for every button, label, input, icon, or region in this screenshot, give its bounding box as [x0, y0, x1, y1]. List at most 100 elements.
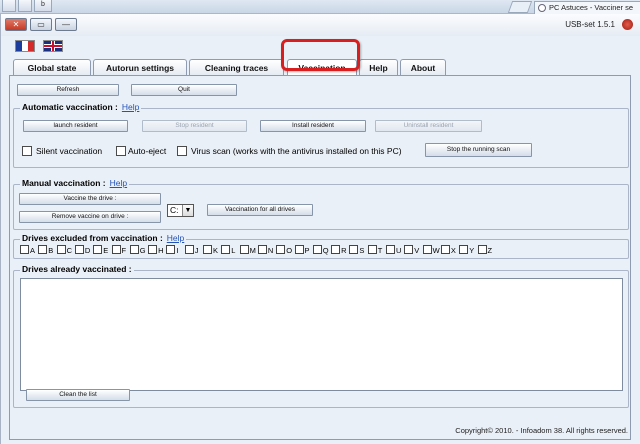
manual-vaccination-group: Manual vaccination : Help Vaccine the dri… — [13, 178, 629, 230]
manual-vaccination-title: Manual vaccination : Help — [20, 178, 130, 188]
tab-autorun-settings[interactable]: Autorun settings — [93, 59, 187, 76]
stop-scan-button[interactable]: Stop the running scan — [425, 143, 532, 157]
browser-tab-title: PC Astuces - Vacciner se — [549, 3, 634, 12]
browser-bookmark-button[interactable]: b — [34, 0, 52, 12]
uninstall-resident-button: Uninstall resident — [375, 120, 482, 132]
drive-label-r: R — [341, 246, 347, 255]
drive-checkbox-s[interactable] — [349, 245, 359, 254]
drive-label-j: J — [194, 246, 199, 255]
install-resident-button[interactable]: Install resident — [260, 120, 366, 132]
drive-checkbox-k[interactable] — [203, 245, 212, 254]
vaccination-panel: Refresh Quit Automatic vaccination : Help… — [9, 75, 631, 440]
drive-checkbox-c[interactable] — [56, 245, 66, 254]
drive-checkbox-x[interactable] — [440, 245, 450, 254]
drive-checkbox-y[interactable] — [459, 245, 469, 254]
excluded-drives-help-link[interactable]: Help — [167, 233, 184, 243]
tab-global-state[interactable]: Global state — [13, 59, 91, 76]
english-flag-icon[interactable] — [43, 40, 63, 52]
tab-about[interactable]: About — [400, 59, 446, 76]
remove-vaccine-button[interactable]: Remove vaccine on drive : — [19, 211, 161, 223]
maximize-button[interactable]: ▭ — [30, 18, 52, 31]
browser-copy-button[interactable] — [18, 0, 32, 12]
drive-checkbox-t[interactable] — [367, 245, 377, 254]
all-drives-button[interactable]: Vaccination for all drives — [207, 204, 313, 216]
drive-checkbox-j[interactable] — [184, 245, 194, 254]
browser-tab[interactable]: PC Astuces - Vacciner se — [534, 1, 640, 14]
launch-resident-button[interactable]: launch resident — [23, 120, 128, 132]
drive-checkbox-v[interactable] — [404, 245, 414, 254]
tab-help[interactable]: Help — [359, 59, 398, 76]
excluded-drives-label: Drives excluded from vaccination : — [22, 233, 163, 243]
drive-label-v: V — [414, 246, 420, 255]
browser-strip: b PC Astuces - Vacciner se — [0, 0, 640, 14]
vaccine-drive-button[interactable]: Vaccine the drive : — [19, 193, 161, 205]
page-icon — [538, 4, 546, 12]
french-flag-icon[interactable] — [15, 40, 35, 52]
chevron-down-icon: ▼ — [182, 205, 193, 216]
drive-label-c: C — [66, 246, 73, 255]
virus-scan-checkbox[interactable] — [177, 146, 187, 156]
tab-cleaning-traces[interactable]: Cleaning traces — [189, 59, 284, 76]
drive-label-f: F — [121, 246, 127, 255]
minimize-button[interactable]: — — [55, 18, 77, 31]
drive-label-n: N — [267, 246, 274, 255]
drive-label-i: I — [176, 246, 179, 255]
drive-label-z: Z — [487, 246, 493, 255]
drive-checkbox-m[interactable] — [239, 245, 249, 254]
drive-checkbox-h[interactable] — [148, 245, 158, 254]
silent-vaccination-label: Silent vaccination — [36, 146, 103, 156]
quit-button[interactable]: Quit — [131, 84, 237, 96]
drive-checkbox-z[interactable] — [477, 245, 487, 254]
silent-vaccination-checkbox[interactable] — [22, 146, 32, 156]
browser-new-tab[interactable] — [507, 1, 533, 13]
titlebar: ✕ ▭ — USB-set 1.5.1 — [1, 14, 640, 36]
drive-select-value: C: — [170, 205, 179, 215]
auto-eject-label: Auto-eject — [128, 146, 167, 156]
automatic-vaccination-title: Automatic vaccination : Help — [20, 102, 142, 112]
browser-back-button[interactable] — [2, 0, 16, 12]
excluded-drives-title: Drives excluded from vaccination : Help — [20, 233, 187, 243]
automatic-vaccination-help-link[interactable]: Help — [122, 102, 139, 112]
clean-list-button[interactable]: Clean the list — [26, 389, 130, 401]
drive-select[interactable]: C: ▼ — [167, 204, 194, 217]
drive-label-l: L — [231, 246, 236, 255]
automatic-vaccination-group: Automatic vaccination : Help launch resid… — [13, 102, 629, 168]
copyright-text: Copyright© 2010. - Infoadom 38. All righ… — [455, 426, 628, 435]
drive-checkbox-u[interactable] — [386, 245, 395, 254]
vaccinated-drives-title: Drives already vaccinated : — [20, 264, 134, 274]
stop-resident-button: Stop resident — [142, 120, 247, 132]
drive-checkbox-l[interactable] — [221, 245, 231, 254]
drive-label-a: A — [30, 246, 36, 255]
drive-checkbox-i[interactable] — [166, 245, 176, 254]
manual-vaccination-help-link[interactable]: Help — [110, 178, 127, 188]
drive-checkbox-p[interactable] — [294, 245, 304, 254]
drive-checkbox-b[interactable] — [38, 245, 48, 254]
drive-checkbox-o[interactable] — [276, 245, 286, 254]
vaccinated-drives-list[interactable] — [20, 278, 623, 391]
drive-label-g: G — [139, 246, 146, 255]
drive-label-k: K — [213, 246, 219, 255]
drive-checkbox-r[interactable] — [331, 245, 341, 254]
drive-label-s: S — [359, 246, 365, 255]
drive-label-p: P — [304, 246, 310, 255]
drive-checkbox-n[interactable] — [257, 245, 267, 254]
drive-checkbox-w[interactable] — [422, 245, 432, 254]
drive-label-m: M — [249, 246, 256, 255]
drive-label-q: Q — [322, 246, 329, 255]
close-button[interactable]: ✕ — [5, 18, 27, 31]
refresh-button[interactable]: Refresh — [17, 84, 119, 96]
drive-checkbox-q[interactable] — [312, 245, 322, 254]
drive-label-o: O — [286, 246, 293, 255]
auto-eject-checkbox[interactable] — [116, 146, 126, 156]
excluded-drives-group: Drives excluded from vaccination : Help A… — [13, 233, 629, 259]
drive-label-y: Y — [469, 246, 475, 255]
drive-label-d: D — [84, 246, 91, 255]
drive-checkbox-g[interactable] — [129, 245, 139, 254]
drive-label-u: U — [396, 246, 402, 255]
drive-label-b: B — [48, 246, 54, 255]
drive-checkbox-f[interactable] — [111, 245, 121, 254]
virus-scan-label: Virus scan (works with the antivirus ins… — [191, 146, 402, 156]
drive-checkbox-a[interactable] — [20, 245, 29, 254]
drive-checkbox-e[interactable] — [93, 245, 103, 254]
drive-checkbox-d[interactable] — [74, 245, 84, 254]
